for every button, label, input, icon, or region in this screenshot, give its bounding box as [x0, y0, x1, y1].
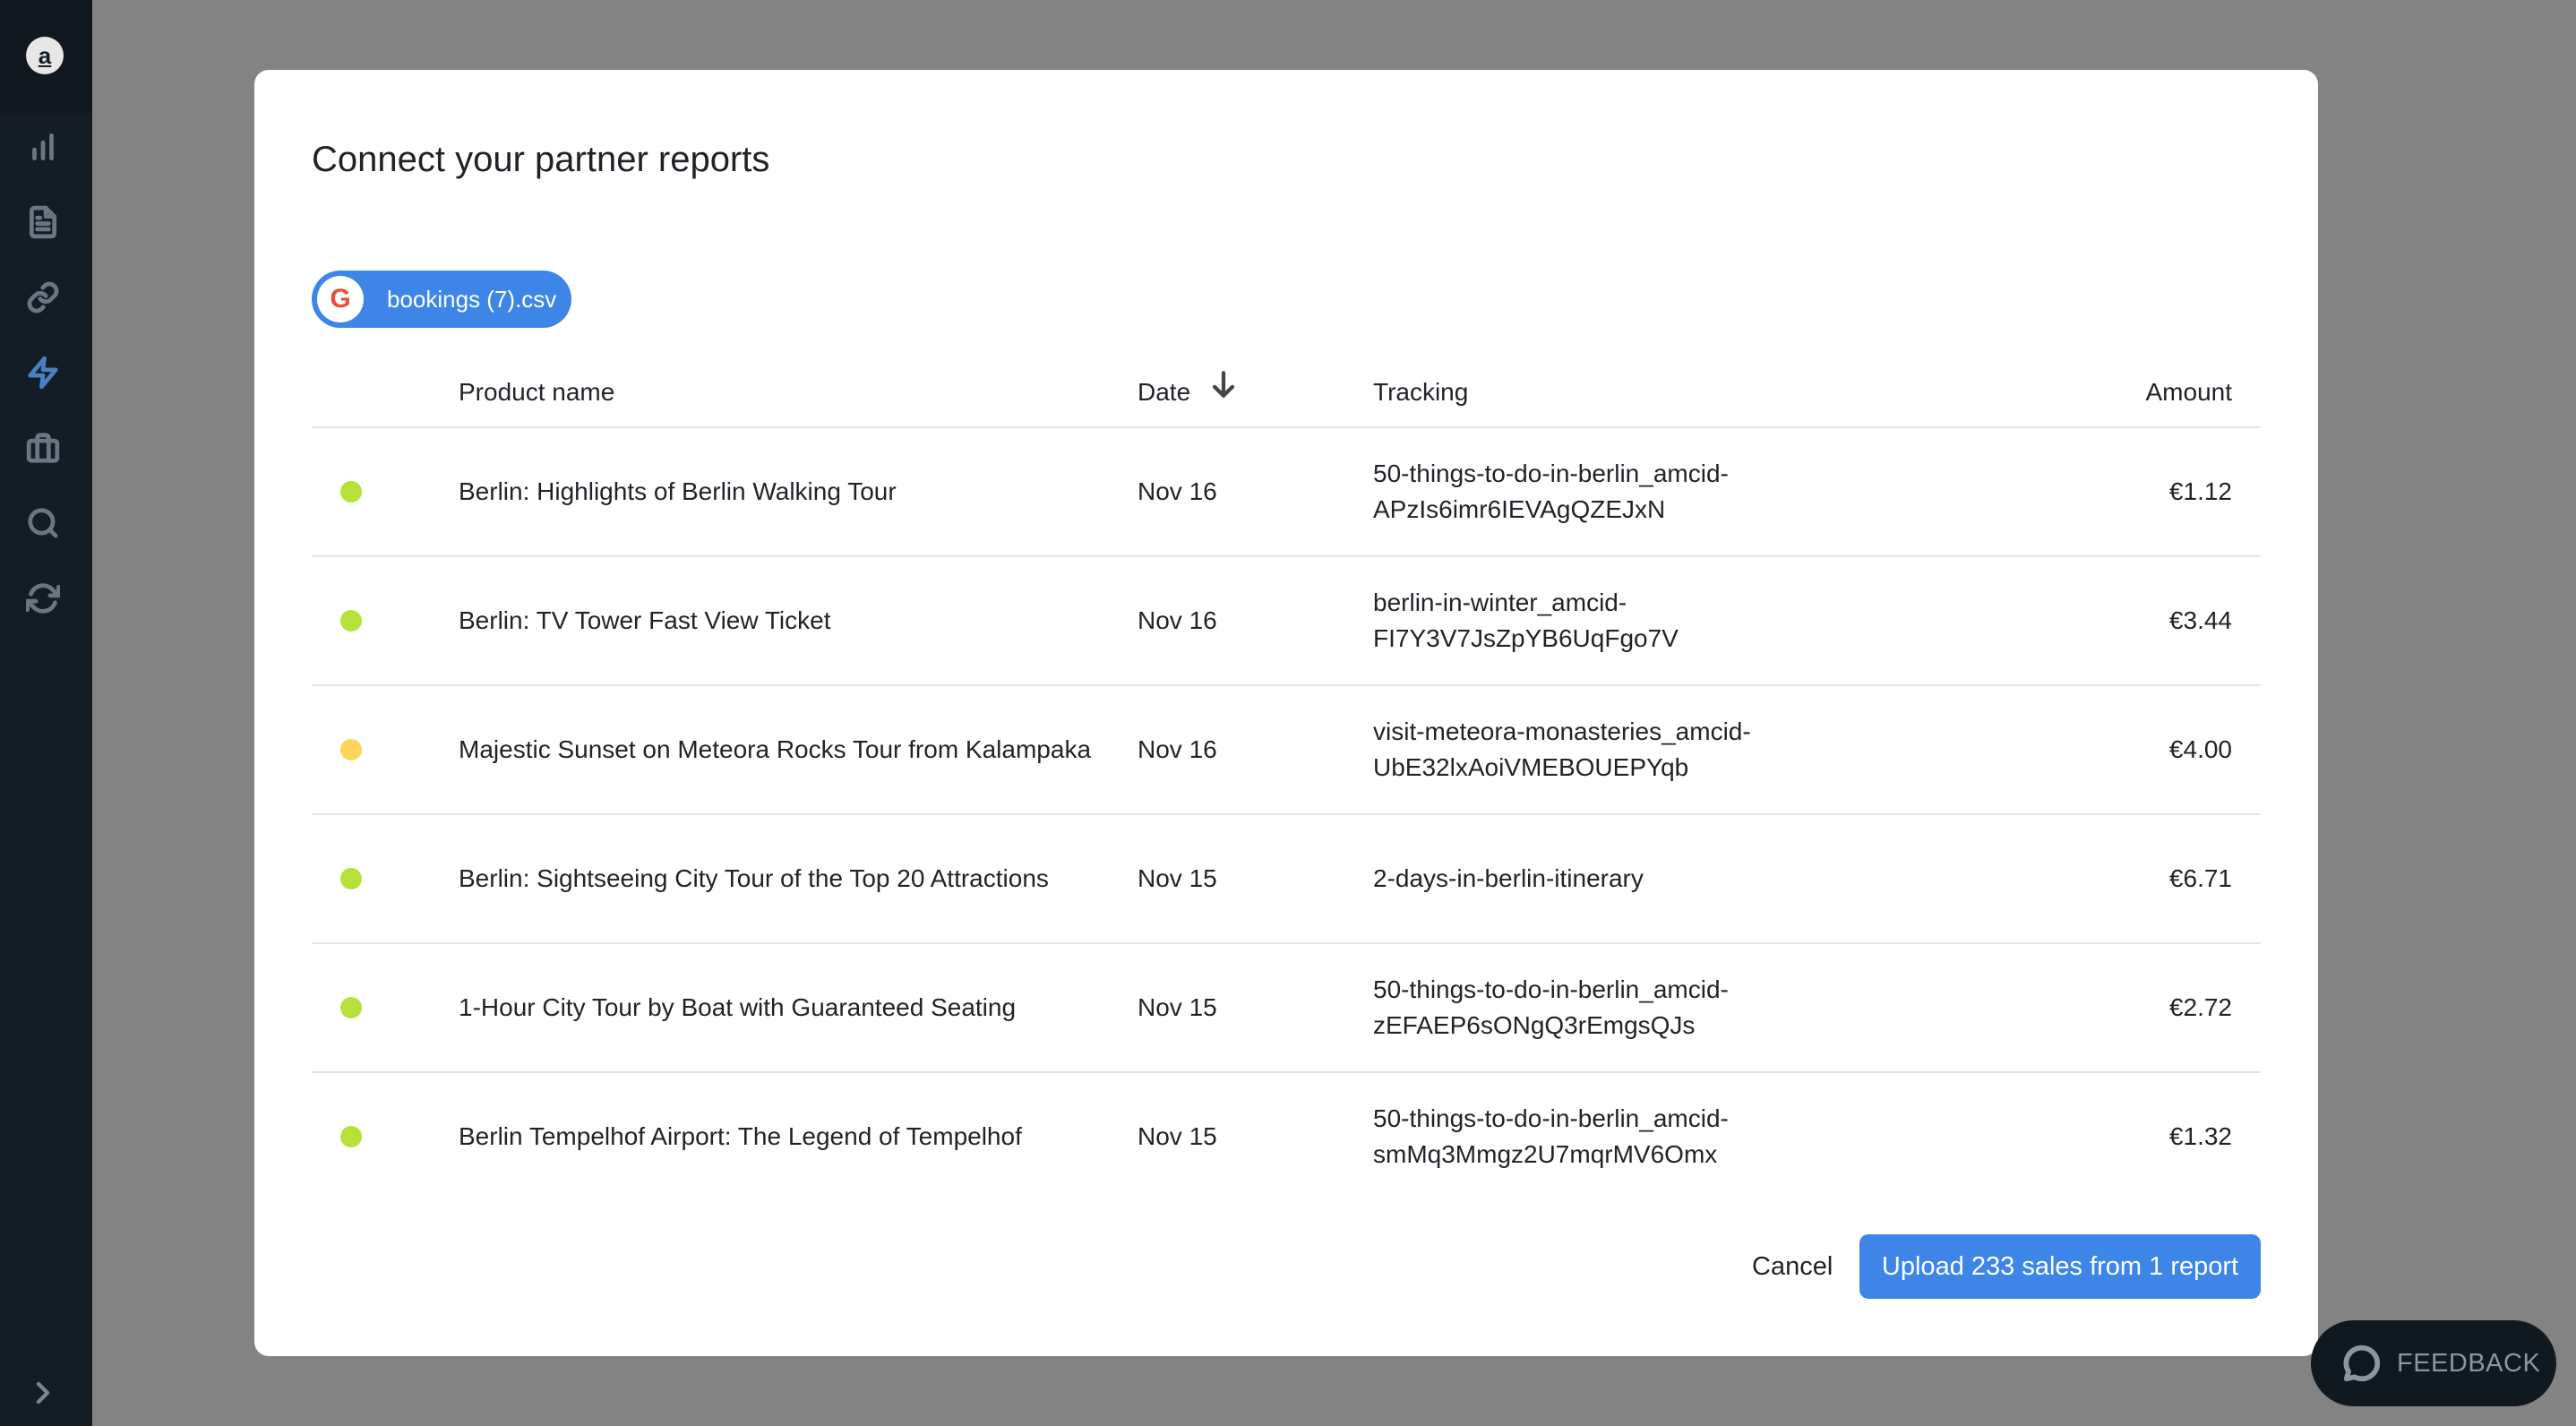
chat-bubble-icon — [2343, 1344, 2381, 1382]
table-header: Product name Date Tracking Amount — [312, 358, 2261, 428]
date-cell: Nov 15 — [1138, 993, 1217, 1021]
tracking-cell: 50-things-to-do-in-berlin_amcid-zEFAEP6s… — [1373, 944, 1803, 1071]
tracking-line: 50-things-to-do-in-berlin_amcid- — [1373, 460, 1729, 487]
logo-area: a — [0, 0, 92, 113]
arrow-down-icon[interactable] — [1208, 358, 1239, 426]
status-dot-icon — [340, 610, 362, 631]
date-cell: Nov 16 — [1138, 606, 1217, 634]
status-dot-icon — [340, 481, 362, 503]
search-icon[interactable] — [25, 505, 61, 541]
table-row[interactable]: Berlin: Highlights of Berlin Walking Tou… — [312, 428, 2261, 557]
status-cell — [340, 815, 362, 942]
tracking-line: smMq3Mmgz2U7mqrMV6Omx — [1373, 1140, 1718, 1168]
date-cell: Nov 15 — [1138, 864, 1217, 892]
dialog-title: Connect your partner reports — [312, 140, 770, 179]
tracking-line: 50-things-to-do-in-berlin_amcid- — [1373, 1104, 1729, 1132]
status-cell — [340, 428, 362, 555]
status-cell — [340, 944, 362, 1071]
column-header-date[interactable]: Date — [1138, 358, 1239, 426]
amount-cell: €4.00 — [2168, 735, 2232, 763]
date-cell: Nov 16 — [1138, 477, 1217, 505]
product-name-cell: Berlin Tempelhof Airport: The Legend of … — [459, 1122, 1022, 1150]
status-dot-icon — [340, 739, 362, 760]
upload-sales-button[interactable]: Upload 233 sales from 1 report — [1859, 1234, 2261, 1299]
status-cell — [340, 1073, 362, 1200]
column-header-amount: Amount — [2145, 378, 2233, 406]
document-icon[interactable] — [25, 204, 61, 240]
refresh-icon[interactable] — [25, 580, 61, 616]
tracking-line: 2-days-in-berlin-itinerary — [1373, 864, 1644, 892]
date-cell: Nov 15 — [1138, 1122, 1217, 1150]
table-row[interactable]: 1-Hour City Tour by Boat with Guaranteed… — [312, 944, 2261, 1073]
product-name-cell: Berlin: Highlights of Berlin Walking Tou… — [459, 477, 897, 505]
sales-table: Product name Date Tracking Amount Berlin… — [312, 358, 2261, 1200]
feedback-label: FEEDBACK — [2397, 1348, 2541, 1378]
tracking-cell: berlin-in-winter_amcid- FI7Y3V7JsZpYB6UqF… — [1373, 557, 1803, 684]
tracking-line: berlin-in-winter_amcid- — [1373, 588, 1627, 616]
tracking-line: 50-things-to-do-in-berlin_amcid- — [1373, 975, 1729, 1003]
table-row[interactable]: Berlin: Sightseeing City Tour of the Top… — [312, 815, 2261, 944]
status-cell — [340, 557, 362, 684]
amount-cell: €1.12 — [2168, 477, 2232, 505]
table-body: Berlin: Highlights of Berlin Walking Tou… — [312, 428, 2261, 1200]
column-header-tracking: Tracking — [1373, 378, 1469, 406]
product-name-cell: Berlin: Sightseeing City Tour of the Top… — [459, 864, 1049, 892]
table-row[interactable]: Berlin Tempelhof Airport: The Legend of … — [312, 1073, 2261, 1200]
amount-cell: €2.72 — [2168, 993, 2232, 1021]
product-name-cell: Berlin: TV Tower Fast View Ticket — [459, 606, 831, 634]
lightning-icon[interactable] — [25, 355, 61, 391]
column-header-date-label: Date — [1138, 378, 1191, 406]
status-dot-icon — [340, 868, 362, 889]
file-chip[interactable]: G bookings (7).csv — [312, 271, 571, 328]
file-chip-label: bookings (7).csv — [387, 285, 557, 313]
tracking-line: FI7Y3V7JsZpYB6UqFgo7V — [1373, 624, 1679, 652]
status-dot-icon — [340, 997, 362, 1018]
tracking-cell: visit-meteora-monasteries_amcid- UbE32lxA… — [1373, 686, 1803, 813]
getyourguide-logo-icon: G — [317, 276, 364, 322]
date-cell: Nov 16 — [1138, 735, 1217, 763]
briefcase-icon[interactable] — [25, 430, 61, 466]
sidebar: a — [0, 0, 92, 1426]
connect-reports-dialog: Connect your partner reports G bookings … — [254, 70, 2318, 1356]
column-header-product: Product name — [459, 378, 615, 406]
amount-cell: €3.44 — [2168, 606, 2232, 634]
table-row[interactable]: Majestic Sunset on Meteora Rocks Tour fr… — [312, 686, 2261, 815]
product-name-cell: 1-Hour City Tour by Boat with Guaranteed… — [459, 993, 1017, 1021]
feedback-button[interactable]: FEEDBACK — [2311, 1320, 2556, 1406]
tracking-line: visit-meteora-monasteries_amcid- — [1373, 717, 1751, 745]
tracking-line: APzIs6imr6IEVAgQZEJxN — [1373, 495, 1666, 523]
chart-icon[interactable] — [25, 129, 61, 165]
amount-cell: €6.71 — [2168, 864, 2232, 892]
table-row[interactable]: Berlin: TV Tower Fast View Ticket Nov 16 b… — [312, 557, 2261, 686]
tracking-cell: 50-things-to-do-in-berlin_amcid-smMq3Mmg… — [1373, 1073, 1803, 1200]
cancel-button[interactable]: Cancel — [1734, 1234, 1850, 1299]
amount-cell: €1.32 — [2168, 1122, 2232, 1150]
link-icon[interactable] — [25, 279, 61, 315]
status-cell — [340, 686, 362, 813]
tracking-cell: 50-things-to-do-in-berlin_amcid- APzIs6im… — [1373, 428, 1803, 555]
tracking-line: UbE32lxAoiVMEBOUEPYqb — [1373, 753, 1689, 781]
tracking-line: zEFAEP6sONgQ3rEmgsQJs — [1373, 1011, 1696, 1039]
app-logo[interactable]: a — [26, 37, 64, 74]
tracking-cell: 2-days-in-berlin-itinerary — [1373, 815, 1803, 942]
status-dot-icon — [340, 1126, 362, 1147]
product-name-cell: Majestic Sunset on Meteora Rocks Tour fr… — [459, 735, 1092, 763]
chevron-right-icon[interactable] — [25, 1375, 61, 1411]
